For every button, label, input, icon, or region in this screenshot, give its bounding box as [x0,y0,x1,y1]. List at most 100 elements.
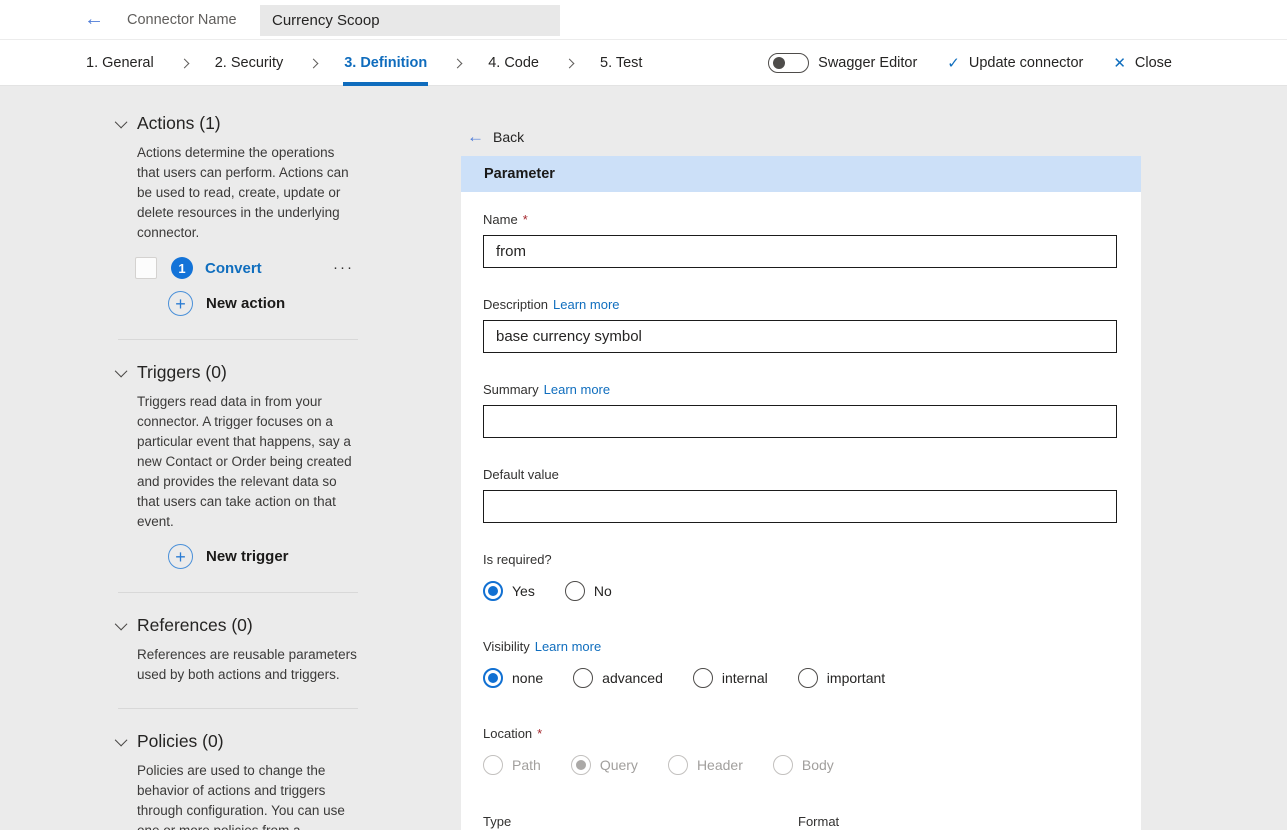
actions-section-title: Actions (1) [137,113,221,134]
radio-disabled-icon [773,755,793,775]
required-asterisk: * [537,726,542,741]
action-index-badge: 1 [171,257,193,279]
tab-test-label: 5. Test [600,55,642,71]
tab-bar-actions: Swagger Editor ✓ Update connector ✕ Clos… [768,40,1172,86]
type-format-row: Type Format [483,813,1117,830]
back-label: Back [493,129,524,145]
tab-code-label: 4. Code [488,55,539,71]
toggle-knob-icon [773,57,785,69]
default-value-label: Default value [483,467,559,482]
is-required-option-yes[interactable]: Yes [483,581,535,601]
ellipsis-menu-icon[interactable]: ··· [333,263,354,273]
policies-section-header[interactable]: Policies (0) [118,731,358,752]
parameter-back-button[interactable]: ← Back [467,127,524,147]
radio-icon [798,668,818,688]
visibility-learn-more-link[interactable]: Learn more [535,639,601,654]
section-divider [118,708,358,709]
name-label: Name [483,212,518,227]
chevron-down-icon [115,618,128,631]
summary-input[interactable] [483,405,1117,438]
chevron-down-icon [115,365,128,378]
visibility-option-internal[interactable]: internal [693,668,768,688]
visibility-option-advanced[interactable]: advanced [573,668,663,688]
definition-sidebar: Actions (1) Actions determine the operat… [118,113,358,830]
update-connector-label: Update connector [969,55,1083,71]
location-header-label: Header [697,757,743,773]
default-value-input[interactable] [483,490,1117,523]
description-input[interactable] [483,320,1117,353]
is-required-option-no[interactable]: No [565,581,612,601]
swagger-editor-label: Swagger Editor [818,55,917,71]
visibility-none-label: none [512,670,543,686]
location-option-header: Header [668,755,743,775]
chevron-right-icon [565,58,575,68]
radio-icon [565,581,585,601]
required-asterisk: * [523,212,528,227]
format-label: Format [798,814,839,829]
chevron-down-icon [115,116,128,129]
references-section-description: References are reusable parameters used … [137,645,358,685]
new-action-label: New action [206,295,285,312]
action-item-convert[interactable]: Convert [205,260,262,277]
wizard-tab-bar: 1. General 2. Security 3. Definition 4. … [0,40,1287,86]
tab-test[interactable]: 5. Test [599,40,643,86]
chevron-right-icon [309,58,319,68]
section-divider [118,339,358,340]
tab-code[interactable]: 4. Code [487,40,540,86]
connector-name-input[interactable] [260,5,560,36]
tab-general[interactable]: 1. General [85,40,155,86]
action-item-convert-row: 1 Convert ··· [135,257,358,279]
actions-section-header[interactable]: Actions (1) [118,113,358,134]
parameter-form: Name * Description Learn more Summary Le… [461,192,1141,830]
chevron-right-icon [179,58,189,68]
visibility-label: Visibility [483,639,530,654]
radio-icon [573,668,593,688]
tab-definition-label: 3. Definition [344,55,427,71]
visibility-group: Visibility Learn more none advanced inte… [483,639,1117,688]
action-checkbox[interactable] [135,257,157,279]
parameter-panel: Parameter Name * Description Learn more … [461,156,1141,830]
visibility-option-none[interactable]: none [483,668,543,688]
summary-learn-more-link[interactable]: Learn more [544,382,610,397]
type-label: Type [483,814,511,829]
location-option-body: Body [773,755,834,775]
is-required-no-label: No [594,583,612,599]
name-input[interactable] [483,235,1117,268]
location-path-label: Path [512,757,541,773]
connector-name-label: Connector Name [127,12,237,28]
new-action-button[interactable]: + New action [168,291,358,316]
description-learn-more-link[interactable]: Learn more [553,297,619,312]
visibility-option-important[interactable]: important [798,668,885,688]
radio-disabled-icon [483,755,503,775]
visibility-advanced-label: advanced [602,670,663,686]
summary-field-group: Summary Learn more [483,382,1117,438]
new-trigger-label: New trigger [206,548,289,565]
visibility-internal-label: internal [722,670,768,686]
radio-icon [693,668,713,688]
parameter-panel-header: Parameter [461,156,1141,192]
back-icon: ← [467,127,484,147]
close-icon: ✕ [1113,54,1126,72]
tab-definition[interactable]: 3. Definition [343,40,428,86]
chevron-down-icon [115,734,128,747]
plus-icon: + [168,544,193,569]
update-connector-button[interactable]: ✓ Update connector [947,54,1083,72]
wizard-tabs: 1. General 2. Security 3. Definition 4. … [85,40,643,86]
new-trigger-button[interactable]: + New trigger [168,544,358,569]
triggers-section-header[interactable]: Triggers (0) [118,362,358,383]
back-icon[interactable]: ← [84,8,104,31]
close-label: Close [1135,55,1172,71]
policies-section-description: Policies are used to change the behavior… [137,761,358,830]
location-query-label: Query [600,757,638,773]
tab-security[interactable]: 2. Security [214,40,285,86]
actions-section-description: Actions determine the operations that us… [137,143,358,243]
references-section-title: References (0) [137,615,253,636]
radio-selected-icon [483,668,503,688]
check-icon: ✓ [947,54,960,72]
description-field-group: Description Learn more [483,297,1117,353]
is-required-yes-label: Yes [512,583,535,599]
swagger-editor-toggle[interactable] [768,53,809,73]
references-section-header[interactable]: References (0) [118,615,358,636]
swagger-editor-toggle-group: Swagger Editor [768,53,917,73]
close-button[interactable]: ✕ Close [1113,54,1172,72]
